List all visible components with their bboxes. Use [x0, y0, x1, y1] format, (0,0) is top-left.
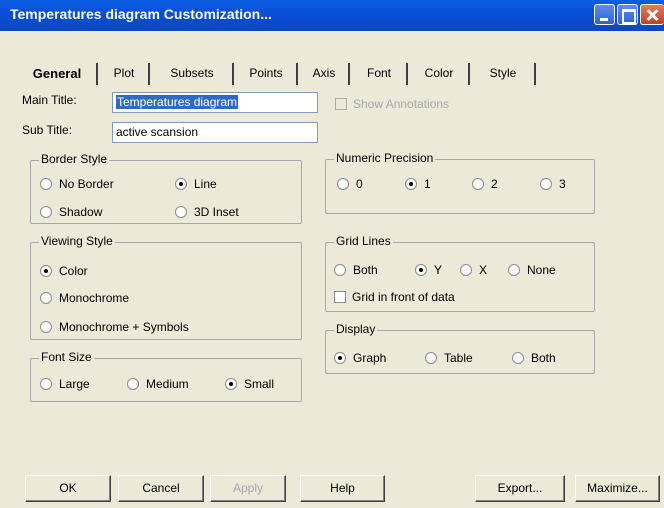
- main-title-label: Main Title:: [22, 93, 77, 107]
- precision-0-label: 0: [356, 177, 363, 191]
- grid-y-label: Y: [434, 263, 443, 277]
- show-annotations-checkbox[interactable]: Show Annotations: [335, 97, 449, 111]
- display-label: Display: [334, 322, 378, 336]
- radio-dot: [405, 178, 417, 190]
- grid-y-radio[interactable]: Y: [415, 263, 442, 277]
- border-3d-inset-radio[interactable]: 3D Inset: [175, 205, 239, 219]
- font-size-label: Font Size: [39, 350, 94, 364]
- display-both-radio[interactable]: Both: [512, 351, 556, 365]
- viewing-monochrome-symbols-label: Monochrome + Symbols: [59, 320, 189, 334]
- maximize-button[interactable]: Maximize...: [575, 475, 660, 502]
- apply-button[interactable]: Apply: [210, 475, 286, 502]
- display-both-label: Both: [531, 351, 556, 365]
- sub-title-label: Sub Title:: [22, 123, 73, 137]
- maximize-window-button[interactable]: [617, 4, 638, 25]
- tab-points[interactable]: Points: [236, 63, 298, 85]
- radio-dot: [472, 178, 484, 190]
- radio-dot: [460, 264, 472, 276]
- display-graph-label: Graph: [353, 351, 387, 365]
- export-button[interactable]: Export...: [475, 475, 565, 502]
- help-button[interactable]: Help: [300, 475, 385, 502]
- radio-dot: [425, 352, 437, 364]
- radio-dot: [337, 178, 349, 190]
- grid-none-radio[interactable]: None: [508, 263, 556, 277]
- display-table-radio[interactable]: Table: [425, 351, 473, 365]
- tab-subsets[interactable]: Subsets: [152, 63, 234, 85]
- radio-dot: [225, 378, 237, 390]
- radio-dot: [334, 352, 346, 364]
- radio-dot: [334, 264, 346, 276]
- show-annotations-label: Show Annotations: [353, 97, 450, 111]
- radio-dot: [40, 178, 52, 190]
- window-title: Temperatures diagram Customization...: [10, 6, 272, 22]
- border-none-label: No Border: [59, 177, 114, 191]
- main-title-value: Temperatures diagram: [116, 95, 239, 109]
- precision-0-radio[interactable]: 0: [337, 177, 363, 191]
- grid-front-box: [334, 291, 346, 303]
- precision-1-label: 1: [424, 177, 431, 191]
- tab-style[interactable]: Style: [472, 63, 536, 85]
- tab-plot[interactable]: Plot: [100, 63, 150, 85]
- tab-general[interactable]: General: [18, 63, 98, 85]
- grid-front-label: Grid in front of data: [352, 290, 455, 304]
- border-none-radio[interactable]: No Border: [40, 177, 114, 191]
- font-large-label: Large: [59, 377, 90, 391]
- grid-both-label: Both: [353, 263, 378, 277]
- precision-1-radio[interactable]: 1: [405, 177, 431, 191]
- border-line-radio[interactable]: Line: [175, 177, 217, 191]
- grid-none-label: None: [527, 263, 556, 277]
- cancel-button[interactable]: Cancel: [118, 475, 204, 502]
- grid-front-checkbox[interactable]: Grid in front of data: [334, 290, 455, 304]
- radio-dot: [40, 265, 52, 277]
- precision-3-radio[interactable]: 3: [540, 177, 566, 191]
- radio-dot: [175, 206, 187, 218]
- grid-x-label: X: [479, 263, 488, 277]
- display-table-label: Table: [444, 351, 473, 365]
- radio-dot: [40, 378, 52, 390]
- numeric-precision-label: Numeric Precision: [334, 151, 436, 165]
- font-large-radio[interactable]: Large: [40, 377, 90, 391]
- viewing-color-label: Color: [59, 264, 88, 278]
- font-medium-label: Medium: [146, 377, 189, 391]
- precision-3-label: 3: [559, 177, 566, 191]
- viewing-monochrome-label: Monochrome: [59, 291, 130, 305]
- radio-dot: [175, 178, 187, 190]
- show-annotations-box: [335, 98, 347, 110]
- radio-dot: [127, 378, 139, 390]
- radio-dot: [415, 264, 427, 276]
- radio-dot: [508, 264, 520, 276]
- radio-dot: [40, 206, 52, 218]
- minimize-button[interactable]: [594, 4, 615, 25]
- display-graph-radio[interactable]: Graph: [334, 351, 386, 365]
- radio-dot: [512, 352, 524, 364]
- radio-dot: [540, 178, 552, 190]
- tab-font[interactable]: Font: [352, 63, 408, 85]
- title-bar[interactable]: Temperatures diagram Customization...: [0, 0, 664, 31]
- radio-dot: [40, 292, 52, 304]
- viewing-monochrome-symbols-radio[interactable]: Monochrome + Symbols: [40, 320, 189, 334]
- border-3d-inset-label: 3D Inset: [194, 205, 239, 219]
- viewing-monochrome-radio[interactable]: Monochrome: [40, 291, 129, 305]
- border-line-label: Line: [194, 177, 217, 191]
- grid-x-radio[interactable]: X: [460, 263, 487, 277]
- main-title-field[interactable]: Temperatures diagram: [112, 92, 318, 113]
- font-small-label: Small: [244, 377, 275, 391]
- precision-2-radio[interactable]: 2: [472, 177, 498, 191]
- radio-dot: [40, 321, 52, 333]
- viewing-style-label: Viewing Style: [39, 234, 115, 248]
- precision-2-label: 2: [491, 177, 498, 191]
- viewing-color-radio[interactable]: Color: [40, 264, 88, 278]
- tab-axis[interactable]: Axis: [300, 63, 350, 85]
- border-shadow-label: Shadow: [59, 205, 103, 219]
- ok-button[interactable]: OK: [25, 475, 111, 502]
- tab-color[interactable]: Color: [410, 63, 470, 85]
- sub-title-field[interactable]: active scansion: [112, 122, 318, 143]
- grid-both-radio[interactable]: Both: [334, 263, 378, 277]
- border-shadow-radio[interactable]: Shadow: [40, 205, 102, 219]
- font-medium-radio[interactable]: Medium: [127, 377, 189, 391]
- grid-lines-label: Grid Lines: [334, 234, 393, 248]
- close-button[interactable]: [640, 4, 664, 25]
- font-small-radio[interactable]: Small: [225, 377, 274, 391]
- border-style-label: Border Style: [39, 152, 110, 166]
